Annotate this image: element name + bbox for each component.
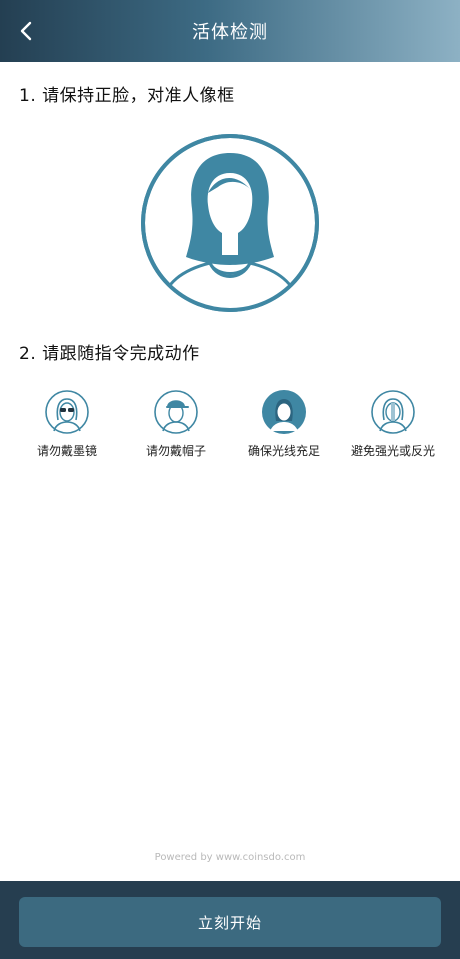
tip-label: 请勿戴墨镜 — [36, 444, 97, 458]
step-1-instruction: 1. 请保持正脸，对准人像框 — [19, 86, 235, 106]
tip-no-hat: 请勿戴帽子 — [121, 389, 231, 459]
chevron-left-icon — [20, 21, 32, 41]
tip-label: 避免强光或反光 — [350, 444, 435, 458]
avoid-glare-icon — [371, 390, 415, 434]
liveness-detection-page: 活体检测 1. 请保持正脸，对准人像框 2. 请跟随指令完成动作 请勿戴墨镜 请… — [0, 0, 460, 959]
start-now-button[interactable]: 立刻开始 — [19, 897, 441, 947]
tip-good-lighting: 确保光线充足 — [229, 389, 339, 459]
no-hat-icon — [154, 390, 198, 434]
page-title: 活体检测 — [192, 22, 268, 43]
powered-by-text: Powered by www.coinsdo.com — [154, 852, 306, 863]
tip-avoid-glare: 避免强光或反光 — [338, 389, 448, 459]
tip-label: 请勿戴帽子 — [145, 444, 206, 458]
face-frame — [138, 131, 322, 315]
step-2-instruction: 2. 请跟随指令完成动作 — [19, 344, 200, 364]
tip-no-sunglasses: 请勿戴墨镜 — [12, 389, 122, 459]
tips-row: 请勿戴墨镜 请勿戴帽子 确保光线充足 避免强光或反光 — [0, 389, 460, 469]
bottom-bar: 立刻开始 — [0, 881, 460, 959]
back-button[interactable] — [8, 13, 44, 49]
no-sunglasses-icon — [45, 390, 89, 434]
top-bar: 活体检测 — [0, 0, 460, 62]
good-lighting-icon — [262, 390, 306, 434]
tip-label: 确保光线充足 — [247, 444, 320, 458]
face-portrait-icon — [141, 134, 319, 312]
